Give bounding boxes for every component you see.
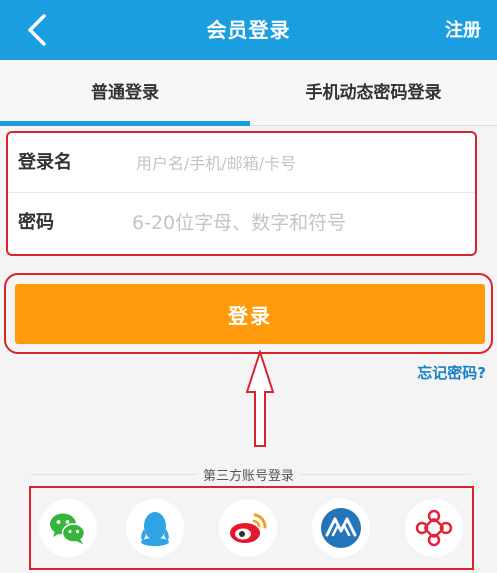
password-label: 密码 (18, 212, 54, 233)
tab-dynamic-password-login[interactable]: 手机动态密码登录 (250, 60, 497, 126)
username-input[interactable] (136, 143, 466, 183)
login-tabs: 普通登录 手机动态密码登录 (0, 60, 497, 126)
password-input[interactable] (132, 203, 467, 243)
login-button[interactable]: 登录 (15, 284, 485, 344)
password-row: 密码 (8, 193, 475, 253)
weibo-login-button[interactable] (219, 499, 277, 557)
qq-icon (141, 512, 169, 546)
qq-login-button[interactable] (126, 499, 184, 557)
login-form: 登录名 密码 (6, 131, 477, 256)
wechat-icon (50, 513, 86, 544)
login-button-highlight: 登录 (4, 273, 493, 354)
alipay-icon (321, 508, 361, 548)
third-party-label-text: 第三方账号登录 (196, 469, 300, 484)
third-party-login-icons (29, 486, 474, 570)
tab-normal-login[interactable]: 普通登录 (0, 60, 250, 126)
alipay-login-button[interactable] (312, 499, 370, 557)
forgot-password-link[interactable]: 忘记密码? (417, 362, 486, 383)
third-party-label: 第三方账号登录 (0, 465, 497, 484)
wechat-login-button[interactable] (39, 499, 97, 557)
username-label: 登录名 (18, 152, 72, 173)
active-tab-indicator (0, 121, 250, 126)
app-header: 会员登录 注册 (0, 0, 497, 60)
up-arrow-annotation-icon (245, 350, 275, 447)
unicom-login-button[interactable] (405, 499, 463, 557)
weibo-icon (230, 513, 267, 543)
username-row: 登录名 (8, 133, 475, 193)
register-link[interactable]: 注册 (445, 16, 481, 42)
page-title: 会员登录 (206, 18, 291, 42)
unicom-icon (415, 509, 453, 547)
